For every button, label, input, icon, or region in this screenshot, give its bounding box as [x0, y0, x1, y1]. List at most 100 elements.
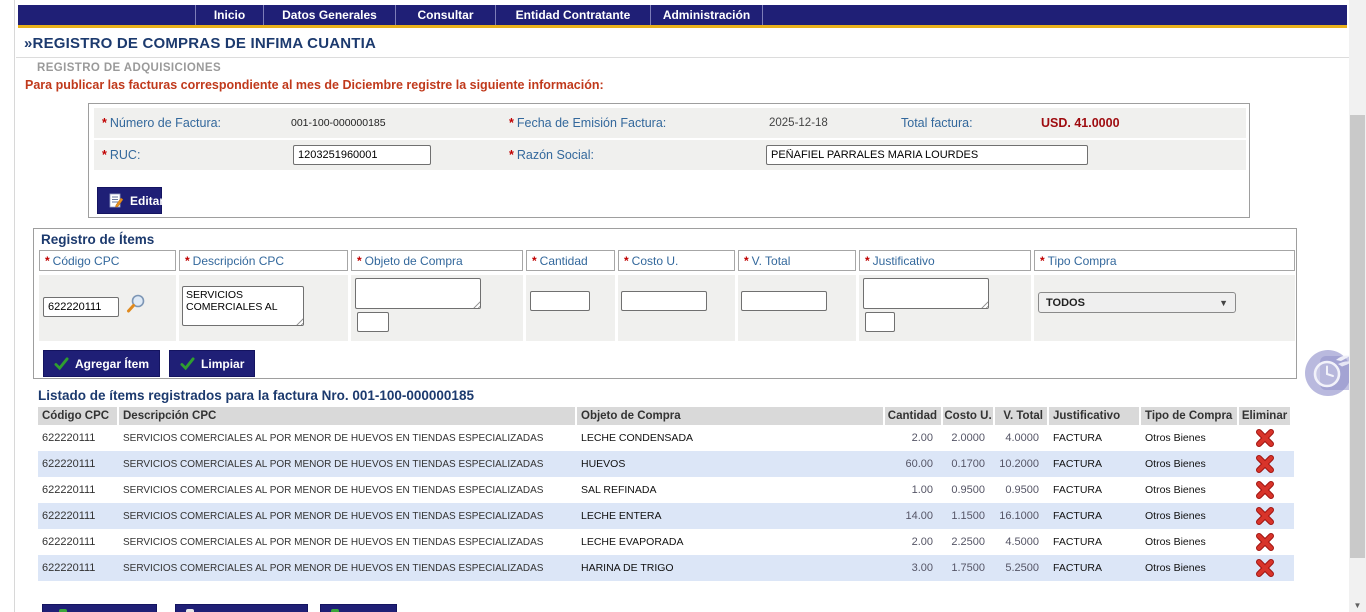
cell-descripcion-cpc: SERVICIOS COMERCIALES AL POR MENOR DE HU…	[119, 425, 575, 451]
cell-costo-u: 0.1700	[943, 451, 993, 477]
cell-codigo-cpc: 622220111	[38, 451, 117, 477]
invoice-row-2: *RUC: *Razón Social:	[94, 140, 1246, 170]
cell-cantidad: 60.00	[885, 451, 941, 477]
agregar-item-label: Agregar Ítem	[75, 357, 149, 371]
nav-item-inicio[interactable]: Inicio	[195, 5, 263, 25]
scrollbar-thumb[interactable]	[1350, 115, 1365, 558]
items-list-title: Listado de ítems registrados para la fac…	[38, 388, 474, 403]
col-header-cantidad: *Cantidad	[526, 250, 615, 271]
cell-tipo-de-compra: Otros Bienes	[1141, 555, 1237, 581]
col-header-v-total: *V. Total	[738, 250, 856, 271]
th-costo-u: Costo U.	[943, 407, 993, 425]
items-form-input-row: SERVICIOS COMERCIALES AL	[39, 275, 1295, 341]
nav-item-datos-generales[interactable]: Datos Generales	[263, 5, 395, 25]
nav-item-entidad-contratante[interactable]: Entidad Contratante	[495, 5, 650, 25]
nav-item-consultar[interactable]: Consultar	[395, 5, 495, 25]
table-row: 622220111 SERVICIOS COMERCIALES AL POR M…	[38, 477, 1294, 503]
delete-x-icon[interactable]	[1255, 428, 1275, 448]
cell-cantidad: 3.00	[885, 555, 941, 581]
numero-factura-label: *Número de Factura:	[102, 116, 221, 130]
table-row: 622220111 SERVICIOS COMERCIALES AL POR M…	[38, 503, 1294, 529]
nav-label: Consultar	[417, 8, 473, 22]
cantidad-input[interactable]	[530, 291, 590, 311]
chevron-down-icon: ▼	[1219, 298, 1228, 308]
justificativo-mini-input[interactable]	[865, 312, 895, 332]
ruc-input[interactable]	[293, 145, 431, 165]
items-form-header-row: *Código CPC *Descripción CPC *Objeto de …	[39, 250, 1295, 271]
bottom-action-button-3[interactable]	[320, 604, 397, 612]
codigo-cpc-cell	[39, 275, 176, 341]
razon-social-input[interactable]	[766, 145, 1088, 165]
tipo-compra-cell: TODOS ▼	[1034, 275, 1295, 341]
cell-justificativo: FACTURA	[1049, 425, 1139, 451]
th-justificativo: Justificativo	[1049, 407, 1139, 425]
required-asterisk: *	[102, 148, 107, 162]
items-table-header: Código CPC Descripción CPC Objeto de Com…	[38, 407, 1294, 425]
delete-x-icon[interactable]	[1255, 506, 1275, 526]
cell-eliminar	[1239, 425, 1290, 451]
cell-descripcion-cpc: SERVICIOS COMERCIALES AL POR MENOR DE HU…	[119, 451, 575, 477]
v-total-input[interactable]	[741, 291, 827, 311]
cell-objeto-compra: SAL REFINADA	[577, 477, 883, 503]
items-form-box: Registro de Ítems *Código CPC *Descripci…	[33, 228, 1297, 379]
costo-u-cell	[618, 275, 735, 341]
cell-v-total: 0.9500	[995, 477, 1047, 503]
th-eliminar: Eliminar	[1239, 407, 1290, 425]
bottom-action-button-2[interactable]	[175, 604, 308, 612]
vertical-scrollbar[interactable]: ▼	[1349, 0, 1366, 612]
tipo-compra-selected-value: TODOS	[1046, 297, 1085, 309]
cell-codigo-cpc: 622220111	[38, 529, 117, 555]
objeto-compra-mini-input[interactable]	[357, 312, 389, 332]
search-cpc-icon[interactable]	[125, 293, 147, 315]
required-asterisk: *	[509, 116, 514, 130]
delete-x-icon[interactable]	[1255, 558, 1275, 578]
objeto-compra-textarea[interactable]	[355, 278, 481, 309]
cell-codigo-cpc: 622220111	[38, 555, 117, 581]
cell-descripcion-cpc: SERVICIOS COMERCIALES AL POR MENOR DE HU…	[119, 555, 575, 581]
nav-label: Entidad Contratante	[516, 8, 631, 22]
objeto-compra-cell	[351, 275, 523, 341]
delete-x-icon[interactable]	[1255, 454, 1275, 474]
justificativo-textarea[interactable]	[863, 278, 989, 309]
costo-u-input[interactable]	[621, 291, 707, 311]
delete-x-icon[interactable]	[1255, 480, 1275, 500]
cell-tipo-de-compra: Otros Bienes	[1141, 451, 1237, 477]
descripcion-cpc-cell: SERVICIOS COMERCIALES AL	[179, 275, 348, 341]
codigo-cpc-input[interactable]	[43, 297, 119, 317]
th-tipo-de-compra: Tipo de Compra	[1141, 407, 1237, 425]
cell-justificativo: FACTURA	[1049, 529, 1139, 555]
bottom-action-button-1[interactable]	[42, 604, 157, 612]
title-divider	[16, 57, 1349, 58]
nav-item-administracion[interactable]: Administración	[650, 5, 763, 25]
cell-objeto-compra: LECHE CONDENSADA	[577, 425, 883, 451]
col-header-tipo-compra: *Tipo Compra	[1034, 250, 1295, 271]
editar-button[interactable]: Editar	[97, 187, 162, 214]
nav-spacer	[18, 5, 195, 25]
winged-clock-widget-icon[interactable]	[1303, 346, 1355, 398]
fecha-emision-value: 2025-12-18	[769, 117, 828, 129]
section-subtitle: REGISTRO DE ADQUISICIONES	[37, 62, 221, 74]
agregar-item-button[interactable]: Agregar Ítem	[43, 350, 160, 377]
delete-x-icon[interactable]	[1255, 532, 1275, 552]
v-total-cell	[738, 275, 856, 341]
descripcion-cpc-textarea[interactable]: SERVICIOS COMERCIALES AL	[182, 286, 304, 326]
items-table: Código CPC Descripción CPC Objeto de Com…	[38, 407, 1294, 581]
cell-eliminar	[1239, 529, 1290, 555]
cell-codigo-cpc: 622220111	[38, 477, 117, 503]
limpiar-button[interactable]: Limpiar	[169, 350, 255, 377]
cell-justificativo: FACTURA	[1049, 451, 1139, 477]
tipo-compra-select[interactable]: TODOS ▼	[1038, 292, 1236, 313]
nav-label: Administración	[663, 8, 750, 22]
col-header-justificativo: *Justificativo	[859, 250, 1031, 271]
cell-costo-u: 0.9500	[943, 477, 993, 503]
check-icon	[54, 356, 69, 371]
total-factura-value: USD. 41.0000	[1041, 116, 1120, 130]
gold-accent-bar	[18, 25, 1347, 28]
col-header-codigo-cpc: *Código CPC	[39, 250, 176, 271]
fecha-emision-label: *Fecha de Emisión Factura:	[509, 116, 666, 130]
table-row: 622220111 SERVICIOS COMERCIALES AL POR M…	[38, 425, 1294, 451]
cell-cantidad: 1.00	[885, 477, 941, 503]
cell-costo-u: 2.2500	[943, 529, 993, 555]
th-v-total: V. Total	[995, 407, 1047, 425]
scrollbar-down-arrow-icon[interactable]: ▼	[1349, 601, 1366, 610]
